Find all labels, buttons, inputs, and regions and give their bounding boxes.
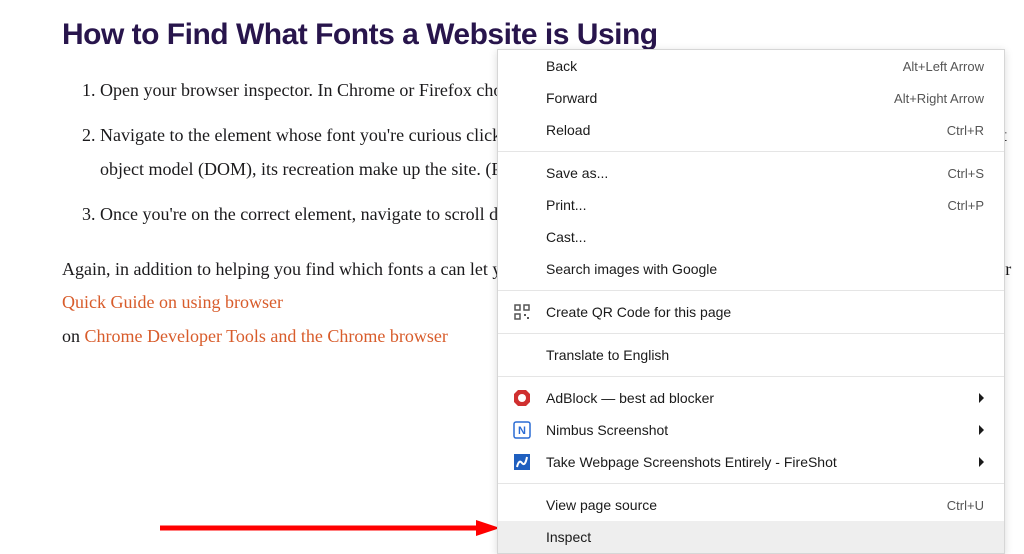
menu-shortcut: Ctrl+R (947, 123, 984, 138)
menu-item-view-source[interactable]: View page source Ctrl+U (498, 489, 1004, 521)
menu-shortcut: Alt+Left Arrow (903, 59, 984, 74)
menu-item-cast[interactable]: Cast... (498, 221, 1004, 253)
menu-label: AdBlock — best ad blocker (546, 390, 971, 406)
menu-item-back[interactable]: Back Alt+Left Arrow (498, 50, 1004, 82)
adblock-icon (512, 388, 532, 408)
menu-label: Search images with Google (546, 261, 984, 277)
menu-label: Print... (546, 197, 948, 213)
nimbus-icon: N (512, 420, 532, 440)
fireshot-icon (512, 452, 532, 472)
menu-label: Create QR Code for this page (546, 304, 984, 320)
menu-item-fireshot[interactable]: Take Webpage Screenshots Entirely - Fire… (498, 446, 1004, 478)
menu-shortcut: Alt+Right Arrow (894, 91, 984, 106)
menu-item-qr-code[interactable]: Create QR Code for this page (498, 296, 1004, 328)
submenu-arrow-icon (979, 393, 984, 403)
menu-item-search-google[interactable]: Search images with Google (498, 253, 1004, 285)
link-chrome-devtools[interactable]: Chrome Developer Tools and the Chrome br… (85, 326, 448, 346)
paragraph-mid: on (62, 326, 85, 346)
svg-text:N: N (518, 425, 526, 437)
menu-separator (498, 151, 1004, 152)
menu-separator (498, 483, 1004, 484)
menu-label: View page source (546, 497, 947, 513)
menu-item-translate[interactable]: Translate to English (498, 339, 1004, 371)
menu-item-inspect[interactable]: Inspect (498, 521, 1004, 553)
menu-label: Translate to English (546, 347, 984, 363)
menu-label: Save as... (546, 165, 948, 181)
menu-item-adblock[interactable]: AdBlock — best ad blocker (498, 382, 1004, 414)
menu-label: Forward (546, 90, 894, 106)
menu-item-reload[interactable]: Reload Ctrl+R (498, 114, 1004, 146)
menu-separator (498, 290, 1004, 291)
menu-separator (498, 376, 1004, 377)
menu-label: Take Webpage Screenshots Entirely - Fire… (546, 454, 971, 470)
menu-label: Back (546, 58, 903, 74)
menu-shortcut: Ctrl+U (947, 498, 984, 513)
callout-arrow (160, 520, 500, 536)
menu-item-nimbus[interactable]: N Nimbus Screenshot (498, 414, 1004, 446)
link-quick-guide[interactable]: Quick Guide on using browser (62, 292, 283, 312)
submenu-arrow-icon (979, 457, 984, 467)
context-menu: Back Alt+Left Arrow Forward Alt+Right Ar… (497, 49, 1005, 554)
qr-code-icon (512, 302, 532, 322)
menu-label: Inspect (546, 529, 984, 545)
menu-item-save-as[interactable]: Save as... Ctrl+S (498, 157, 1004, 189)
menu-label: Cast... (546, 229, 984, 245)
menu-shortcut: Ctrl+P (948, 198, 984, 213)
submenu-arrow-icon (979, 425, 984, 435)
menu-separator (498, 333, 1004, 334)
menu-shortcut: Ctrl+S (948, 166, 984, 181)
menu-item-print[interactable]: Print... Ctrl+P (498, 189, 1004, 221)
menu-label: Nimbus Screenshot (546, 422, 971, 438)
menu-label: Reload (546, 122, 947, 138)
menu-item-forward[interactable]: Forward Alt+Right Arrow (498, 82, 1004, 114)
page-heading: How to Find What Fonts a Website is Usin… (62, 18, 1024, 52)
